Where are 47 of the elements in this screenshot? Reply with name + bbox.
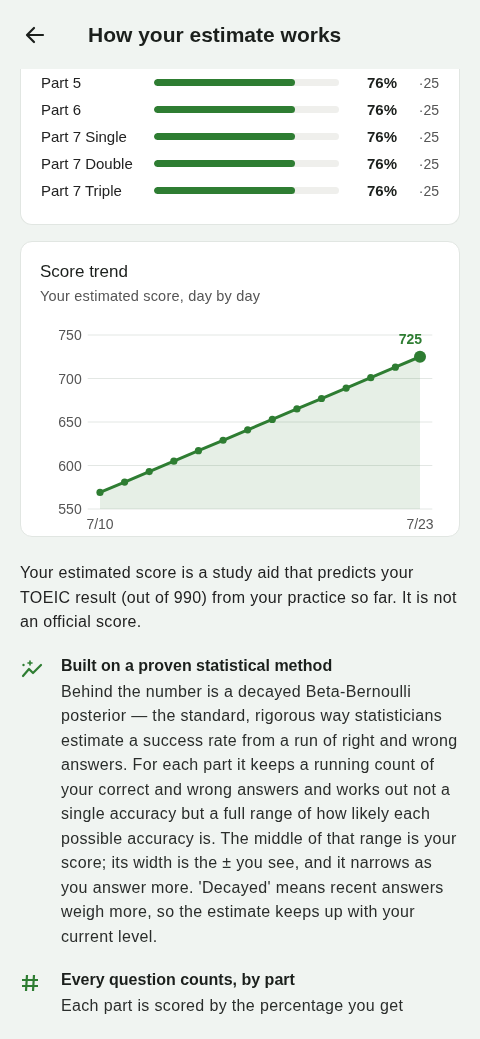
card-subtitle: Your estimated score, day by day [40,288,262,304]
section-title: Every question counts, by part [61,971,296,989]
part-name: Part 5 [41,74,83,91]
hash-icon [21,974,39,992]
data-point [367,374,375,382]
accuracy-percent: 76% [365,128,397,145]
part-name: Part 7 Triple [41,182,123,199]
section-title: Built on a proven statistical method [61,656,334,675]
part-name: Part 7 Single [41,128,128,145]
data-point [268,415,276,423]
data-point [219,436,227,444]
card-title: Score trend [40,262,129,282]
question-count: ·25 [417,182,439,199]
data-point [414,350,426,363]
question-count: ·25 [417,74,439,91]
data-point [244,426,252,434]
page-title: How your estimate works [88,23,342,47]
question-count: ·25 [417,155,439,172]
data-point [194,447,203,455]
x-axis-label: 7/10 [86,516,114,532]
part-name: Part 6 [41,101,83,118]
data-point [317,394,326,403]
data-point [170,457,178,465]
intro-text: Your estimated score is a study aid that predicts your TOEIC result (out of 990) from your practice so far. It is not an official score. [20,563,458,632]
data-point [391,363,399,371]
accuracy-percent: 76% [365,74,397,91]
accuracy-percent: 76% [365,182,397,199]
sparkle-trend-icon [21,659,45,678]
accuracy-percent: 76% [365,155,397,172]
data-point [121,478,129,486]
question-count: ·25 [417,101,439,118]
part-name: Part 7 Double [41,155,134,172]
data-point [145,468,153,476]
data-point [342,384,350,392]
latest-score-label: 725 [398,330,422,347]
x-axis-label: 7/23 [406,516,434,532]
y-axis-label: 550 [58,501,82,517]
y-axis-label: 750 [58,327,82,343]
y-axis-label: 700 [58,370,82,387]
question-count: ·25 [417,128,439,145]
data-point [96,488,104,497]
accuracy-percent: 76% [365,101,397,118]
section-body: Behind the number is a decayed Beta-Bernoulli posterior — the standard, rigorous way statisticians estimate a success rate from a run of right and wrong answers. For each part it keeps a running count of your correct and wrong answers and works out not a single accuracy but a full range of how likely each possible accuracy is. The middle of that range is your score; its width is the ± you see, and it narrows as you answer more. 'Decayed' means recent answers weigh more, so the estimate keeps up with your current level. [61,681,459,947]
y-axis-label: 600 [58,457,82,474]
y-axis-label: 650 [58,414,82,430]
data-point [293,405,301,413]
section-body: Each part is scored by the percentage you get [61,996,405,1016]
